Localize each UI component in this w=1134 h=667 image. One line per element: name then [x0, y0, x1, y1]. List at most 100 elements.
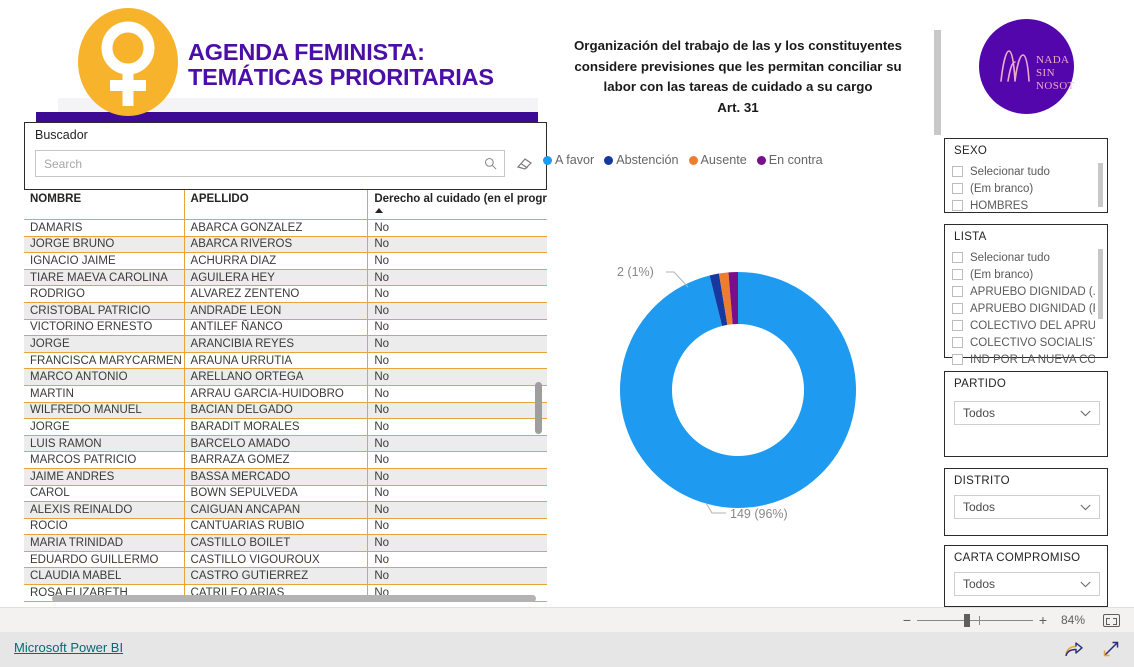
- slicer-lista-item-5[interactable]: COLECTIVO SOCIALISTA: [952, 334, 1095, 351]
- table-row[interactable]: RODRIGO ALVAREZ ZENTENO No: [24, 285, 547, 303]
- donut-chart[interactable]: 2 (1%) 149 (96%): [560, 245, 940, 545]
- slicer-sexo-item-0[interactable]: Selecionar tudo: [952, 163, 1095, 180]
- table-row[interactable]: MARIA TRINIDAD CASTILLO BOILET No: [24, 534, 547, 552]
- slicer-carta-dropdown[interactable]: Todos: [954, 572, 1100, 596]
- table-cell: No: [367, 252, 547, 270]
- slicer-sexo-item-1[interactable]: (Em branco): [952, 180, 1095, 197]
- checkbox-icon[interactable]: [952, 252, 963, 263]
- chart-title-scrollbar[interactable]: [934, 30, 941, 135]
- checkbox-icon[interactable]: [952, 354, 963, 365]
- table-vertical-scrollbar[interactable]: [535, 382, 542, 434]
- constituents-table[interactable]: NOMBRE APELLIDO Derecho al cuidado (en e…: [24, 190, 547, 608]
- slicer-lista-item-6[interactable]: IND POR LA NUEVA CO...: [952, 351, 1095, 368]
- slicer-lista-item-3[interactable]: APRUEBO DIGNIDAD (F...: [952, 300, 1095, 317]
- table-row[interactable]: CRISTOBAL PATRICIO ANDRADE LEON No: [24, 302, 547, 320]
- table-row[interactable]: ALEXIS REINALDO CAIGUAN ANCAPAN No: [24, 501, 547, 519]
- checkbox-icon[interactable]: [952, 337, 963, 348]
- slicer-partido-dropdown[interactable]: Todos: [954, 401, 1100, 425]
- table-row[interactable]: CAROL BOWN SEPULVEDA No: [24, 485, 547, 503]
- table-row[interactable]: MARCOS PATRICIO BARRAZA GOMEZ No: [24, 451, 547, 469]
- slicer-lista-item-0[interactable]: Selecionar tudo: [952, 249, 1095, 266]
- table-row[interactable]: LUIS RAMON BARCELO AMADO No: [24, 435, 547, 453]
- table-cell: No: [367, 468, 547, 486]
- fit-to-page-icon[interactable]: [1103, 613, 1120, 627]
- venus-symbol-icon: [101, 21, 155, 106]
- slicer-lista-item-4[interactable]: COLECTIVO DEL APRUE...: [952, 317, 1095, 334]
- legend-item-1[interactable]: Abstención: [604, 153, 679, 167]
- zoom-slider[interactable]: [917, 613, 1033, 627]
- table-row[interactable]: JORGE BARADIT MORALES No: [24, 418, 547, 436]
- column-header-derecho-al-cuidado[interactable]: Derecho al cuidado (en el progra: [367, 190, 547, 220]
- zoom-slider-thumb[interactable]: [964, 613, 970, 627]
- table-row[interactable]: WILFREDO MANUEL BACIAN DELGADO No: [24, 402, 547, 420]
- table-cell: JAIME ANDRES: [24, 468, 185, 486]
- table-row[interactable]: CLAUDIA MABEL CASTRO GUTIERREZ No: [24, 567, 547, 586]
- chevron-down-icon[interactable]: [1080, 410, 1091, 417]
- table-row[interactable]: IGNACIO JAIME ACHURRA DIAZ No: [24, 252, 547, 270]
- slicer-lista-item-2[interactable]: APRUEBO DIGNIDAD (...: [952, 283, 1095, 300]
- share-icon[interactable]: [1062, 638, 1084, 660]
- table-horizontal-scrollbar[interactable]: [52, 595, 536, 602]
- table-row[interactable]: EDUARDO GUILLERMO CASTILLO VIGOUROUX No: [24, 551, 547, 569]
- slicer-lista-scrollbar[interactable]: [1098, 249, 1103, 319]
- slicer-sexo-list[interactable]: Selecionar tudo (Em branco) HOMBRES: [952, 163, 1095, 214]
- zoom-in-button[interactable]: +: [1035, 613, 1051, 627]
- table-row[interactable]: VICTORINO ERNESTO ANTILEF ÑANCO No: [24, 319, 547, 337]
- table-row[interactable]: MARTIN ARRAU GARCIA-HUIDOBRO No: [24, 385, 547, 403]
- table-cell: ROCIO: [24, 518, 185, 536]
- legend-item-0[interactable]: A favor: [543, 153, 594, 167]
- search-input[interactable]: [44, 151, 474, 176]
- checkbox-icon[interactable]: [952, 166, 963, 177]
- microsoft-power-bi-link[interactable]: Microsoft Power BI: [14, 640, 123, 655]
- table-cell: TIARE MAEVA CAROLINA: [24, 269, 185, 287]
- slicer-lista[interactable]: LISTA Selecionar tudo (Em branco) APRUEBO …: [944, 224, 1108, 366]
- chevron-down-icon[interactable]: [1080, 504, 1091, 511]
- table-cell: CAROL: [24, 485, 185, 503]
- checkbox-icon[interactable]: [952, 269, 963, 280]
- slicer-sexo-scrollbar[interactable]: [1098, 163, 1103, 207]
- search-box[interactable]: [35, 150, 505, 177]
- table-row[interactable]: TIARE MAEVA CAROLINA AGUILERA HEY No: [24, 269, 547, 287]
- zoom-slider-tick: [979, 615, 980, 625]
- slicer-carta-compromiso[interactable]: CARTA COMPROMISO Todos: [944, 545, 1108, 607]
- table-cell: No: [367, 368, 547, 386]
- checkbox-icon[interactable]: [952, 200, 963, 211]
- slicer-sexo-item-label: Selecionar tudo: [970, 165, 1050, 178]
- column-header-apellido[interactable]: APELLIDO: [184, 190, 369, 220]
- slicer-sexo[interactable]: SEXO Selecionar tudo (Em branco) HOMBRES: [944, 138, 1108, 213]
- table-cell: ANDRADE LEON: [184, 302, 369, 320]
- table-cell: No: [367, 219, 547, 237]
- slicer-carta-value: Todos: [963, 577, 996, 591]
- checkbox-icon[interactable]: [952, 286, 963, 297]
- slicer-sexo-item-label: HOMBRES: [970, 199, 1029, 212]
- table-row[interactable]: JORGE BRUNO ABARCA RIVEROS No: [24, 236, 547, 254]
- checkbox-icon[interactable]: [952, 303, 963, 314]
- zoom-out-button[interactable]: −: [899, 613, 915, 627]
- slicer-lista-item-label: APRUEBO DIGNIDAD (F...: [970, 302, 1095, 315]
- table-cell: ACHURRA DIAZ: [184, 252, 369, 270]
- table-row[interactable]: JAIME ANDRES BASSA MERCADO No: [24, 468, 547, 486]
- slicer-distrito[interactable]: DISTRITO Todos: [944, 468, 1108, 536]
- chevron-down-icon[interactable]: [1080, 581, 1091, 588]
- slicer-distrito-dropdown[interactable]: Todos: [954, 495, 1100, 519]
- eraser-icon[interactable]: [515, 153, 535, 173]
- table-row[interactable]: JORGE ARANCIBIA REYES No: [24, 335, 547, 353]
- slicer-sexo-item-2[interactable]: HOMBRES: [952, 197, 1095, 214]
- data-label-abstencion: 2 (1%): [617, 265, 654, 279]
- legend-item-3[interactable]: En contra: [756, 153, 823, 167]
- slicer-partido[interactable]: PARTIDO Todos: [944, 371, 1108, 457]
- table-row[interactable]: ROCIO CANTUARIAS RUBIO No: [24, 518, 547, 536]
- fullscreen-icon[interactable]: [1100, 638, 1122, 660]
- checkbox-icon[interactable]: [952, 183, 963, 194]
- table-row[interactable]: DAMARIS ABARCA GONZALEZ No: [24, 219, 547, 237]
- checkbox-icon[interactable]: [952, 320, 963, 331]
- column-header-nombre[interactable]: NOMBRE: [24, 190, 185, 220]
- legend-item-2[interactable]: Ausente: [688, 153, 747, 167]
- table-row[interactable]: FRANCISCA MARYCARMEN ARAUNA URRUTIA No: [24, 352, 547, 370]
- search-icon[interactable]: [484, 157, 497, 170]
- donut-slices[interactable]: [620, 272, 856, 508]
- slicer-lista-item-1[interactable]: (Em branco): [952, 266, 1095, 283]
- legend-label: Ausente: [700, 153, 747, 167]
- table-row[interactable]: MARCO ANTONIO ARELLANO ORTEGA No: [24, 368, 547, 386]
- slicer-lista-list[interactable]: Selecionar tudo (Em branco) APRUEBO DIGNID…: [952, 249, 1095, 368]
